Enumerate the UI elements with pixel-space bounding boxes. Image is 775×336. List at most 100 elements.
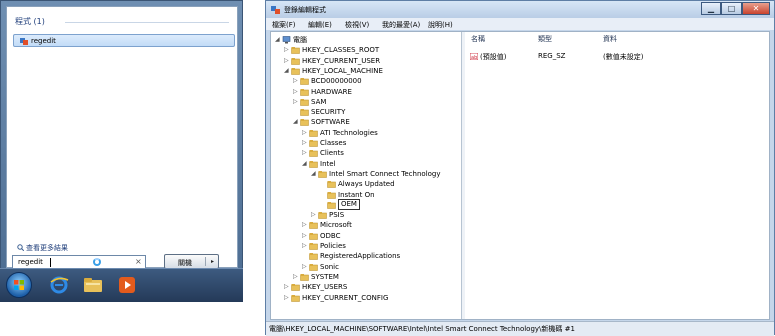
tree-item-label: Intel Smart Connect Technology xyxy=(329,169,441,178)
tree-expander-icon[interactable]: ▷ xyxy=(293,76,300,86)
tree-item-label: HKEY_USERS xyxy=(302,283,348,292)
tree-expander-icon[interactable]: ▷ xyxy=(284,56,291,66)
windows-logo-icon xyxy=(14,280,24,290)
tree-expander-icon[interactable]: ▷ xyxy=(293,87,300,97)
clear-search-icon[interactable]: × xyxy=(135,257,142,266)
tree-item-label: ATI Technologies xyxy=(320,128,378,137)
tree-expander-icon[interactable]: ▷ xyxy=(302,128,309,138)
folder-icon xyxy=(309,150,318,158)
tree-item-label: BCD00000000 xyxy=(311,77,362,86)
tree-expander-icon[interactable]: ▷ xyxy=(302,148,309,158)
tree-item-label: Intel xyxy=(320,159,336,168)
start-menu-results-panel: 程式 (1) regedit 查看更多結果 xyxy=(6,6,238,268)
programs-header: 程式 (1) xyxy=(15,17,45,26)
title-bar[interactable]: 登錄編輯程式 ▁ □ ✕ xyxy=(266,1,774,18)
menu-favorites[interactable]: 我的最愛(A) xyxy=(382,20,420,30)
folder-icon xyxy=(300,78,309,85)
see-more-results-label: 查看更多結果 xyxy=(26,244,68,252)
folder-icon xyxy=(318,170,327,178)
tree-expander-icon[interactable]: ▷ xyxy=(284,293,291,303)
tree-item-label: HKEY_CLASSES_ROOT xyxy=(302,46,380,55)
tree-expander-icon[interactable]: ◢ xyxy=(284,66,291,76)
value-list[interactable]: 名稱 類型 資料 ab (預設值) REG_SZ (數值未設定) xyxy=(465,32,769,319)
tree-item-label: OEM xyxy=(338,198,360,210)
folder-icon xyxy=(300,273,309,281)
tree-item-label: Always Updated xyxy=(338,180,395,189)
folder-icon xyxy=(291,284,300,291)
tree-item-label: Classes xyxy=(320,139,347,147)
tree-expander-icon[interactable]: ▷ xyxy=(284,282,291,292)
tree-item-label: HKEY_CURRENT_USER xyxy=(302,56,381,65)
status-bar: 電腦\HKEY_LOCAL_MACHINE\SOFTWARE\Intel\Int… xyxy=(266,321,774,336)
folder-icon xyxy=(327,191,336,199)
tree-item-label: SYSTEM xyxy=(311,272,339,281)
column-type[interactable]: 類型 xyxy=(538,34,552,44)
value-name: (預設值) xyxy=(480,53,507,61)
start-search-value: regedit xyxy=(18,258,43,266)
tree-expander-icon[interactable]: ▷ xyxy=(302,231,309,241)
tree-item-label: 電腦 xyxy=(293,36,307,44)
folder-icon xyxy=(291,47,300,55)
folder-icon xyxy=(327,181,336,188)
tree-item-label: SOFTWARE xyxy=(311,118,350,127)
menu-help[interactable]: 說明(H) xyxy=(428,20,453,30)
tree-expander-icon[interactable]: ▷ xyxy=(302,138,309,148)
maximize-button[interactable]: □ xyxy=(721,2,742,15)
windows-explorer-icon[interactable] xyxy=(82,274,104,296)
status-path: 電腦\HKEY_LOCAL_MACHINE\SOFTWARE\Intel\Int… xyxy=(269,325,575,333)
tree-expander-icon[interactable]: ▷ xyxy=(293,97,300,107)
menu-edit[interactable]: 編輯(E) xyxy=(308,20,332,30)
start-orb-icon[interactable] xyxy=(6,272,32,298)
shutdown-options-arrow-icon[interactable]: ▸ xyxy=(211,258,214,265)
internet-explorer-icon[interactable] xyxy=(48,274,70,296)
tree-expander-icon[interactable]: ◢ xyxy=(293,117,300,127)
tree-item-label: Sonic xyxy=(320,262,339,271)
close-button[interactable]: ✕ xyxy=(742,2,770,15)
folder-icon xyxy=(309,263,318,271)
taskbar xyxy=(0,268,243,302)
column-name[interactable]: 名稱 xyxy=(471,34,485,44)
column-data[interactable]: 資料 xyxy=(603,34,617,44)
tree-item-label: SECURITY xyxy=(311,108,346,117)
tree-expander-icon[interactable]: ▷ xyxy=(311,210,318,220)
busy-spinner-icon xyxy=(93,258,101,266)
search-result-label: regedit xyxy=(31,37,56,45)
tree-expander-icon[interactable]: ▷ xyxy=(284,45,291,55)
folder-icon xyxy=(309,129,318,137)
media-player-icon[interactable] xyxy=(116,274,138,296)
column-headers: 名稱 類型 資料 xyxy=(465,34,769,45)
registry-editor-window: 登錄編輯程式 ▁ □ ✕ 檔案(F) 編輯(E) 檢視(V) 我的最愛(A) 說… xyxy=(265,0,775,336)
menu-bar: 檔案(F) 編輯(E) 檢視(V) 我的最愛(A) 說明(H) xyxy=(266,18,774,30)
tree-item-label: ODBC xyxy=(320,231,341,240)
folder-icon xyxy=(309,140,318,147)
tree-expander-icon[interactable]: ▷ xyxy=(302,241,309,251)
start-search-input[interactable]: regedit × xyxy=(12,255,146,269)
folder-icon xyxy=(291,294,300,302)
tree-expander-icon[interactable]: ▷ xyxy=(293,272,300,282)
registry-client-area: ◢ 電腦 ▷ HKEY_CLASSES_ROOT ▷ HKEY_CURRENT_USER ◢… xyxy=(270,31,770,320)
tree-expander-icon[interactable]: ▷ xyxy=(302,220,309,230)
tree-expander-icon[interactable]: ◢ xyxy=(311,169,318,179)
computer-icon xyxy=(282,36,291,44)
search-result-regedit[interactable]: regedit xyxy=(13,34,235,47)
minimize-button[interactable]: ▁ xyxy=(701,2,721,15)
string-value-icon: ab xyxy=(470,53,478,60)
folder-icon xyxy=(309,232,318,240)
tree-item-label: PSIS xyxy=(329,211,345,220)
tree-expander-icon[interactable]: ▷ xyxy=(302,262,309,272)
value-type: REG_SZ xyxy=(538,52,566,60)
regedit-icon xyxy=(20,38,28,45)
tree-item-label: HARDWARE xyxy=(311,87,352,96)
tree-expander-icon[interactable]: ◢ xyxy=(302,159,309,169)
folder-icon xyxy=(309,222,318,230)
menu-file[interactable]: 檔案(F) xyxy=(272,20,296,30)
text-caret xyxy=(50,258,51,267)
svg-text:ab: ab xyxy=(471,55,477,60)
shutdown-button[interactable]: 關機 ▸ xyxy=(164,254,219,269)
tree-expander-icon[interactable]: ◢ xyxy=(275,35,282,45)
menu-view[interactable]: 檢視(V) xyxy=(345,20,369,30)
tree-item-label: Policies xyxy=(320,242,346,250)
registry-tree[interactable]: ◢ 電腦 ▷ HKEY_CLASSES_ROOT ▷ HKEY_CURRENT_USER ◢… xyxy=(271,32,462,319)
regedit-app-icon xyxy=(271,6,280,14)
folder-icon xyxy=(291,67,300,75)
